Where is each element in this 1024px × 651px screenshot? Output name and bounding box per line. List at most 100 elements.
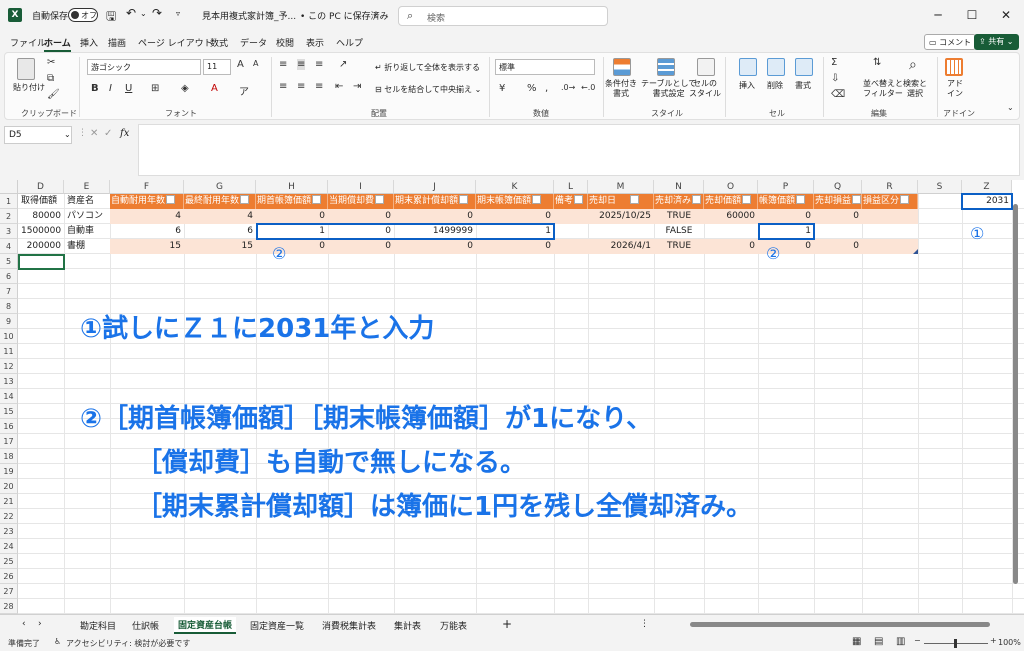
column-header-i[interactable]: I xyxy=(328,180,394,194)
currency-icon[interactable]: ¥ xyxy=(499,83,505,94)
cancel-icon[interactable]: ✕ xyxy=(90,128,98,139)
tab-scroll-left-icon[interactable]: ‹ xyxy=(22,619,26,629)
menu-review[interactable]: 校閲 xyxy=(276,36,294,49)
cell-d2[interactable]: 80000 xyxy=(18,209,64,224)
find-select-icon[interactable]: ⌕ xyxy=(909,57,917,73)
format-painter-icon[interactable]: 🖌 xyxy=(47,89,60,100)
save-location-chevron-icon[interactable]: ⌄ xyxy=(372,9,379,18)
cell-q4[interactable]: 0 xyxy=(814,239,862,254)
minimize-button[interactable]: ─ xyxy=(924,4,952,26)
enter-icon[interactable]: ✓ xyxy=(104,128,112,139)
menu-help[interactable]: ヘルプ xyxy=(336,36,363,49)
table-header-closing-book[interactable]: 期末帳簿価額 xyxy=(476,194,554,209)
row-header[interactable]: 11 xyxy=(0,344,18,359)
format-cells-button[interactable]: 書式 xyxy=(795,81,811,91)
table-header-gain-type[interactable]: 損益区分 xyxy=(862,194,918,209)
row-header[interactable]: 16 xyxy=(0,419,18,434)
cell-d1[interactable]: 取得価額 xyxy=(18,194,64,209)
table-header-book-value[interactable]: 帳簿価額 xyxy=(758,194,814,209)
row-header[interactable]: 25 xyxy=(0,554,18,569)
customize-toolbar-icon[interactable]: ▿ xyxy=(176,9,180,18)
cell-k2[interactable]: 0 xyxy=(476,209,554,224)
insert-function-icon[interactable]: fx xyxy=(120,128,129,139)
row-header[interactable]: 13 xyxy=(0,374,18,389)
sheet-tab-journal[interactable]: 仕訳帳 xyxy=(132,619,159,632)
zoom-in-icon[interactable]: + xyxy=(990,636,997,645)
name-box[interactable]: D5 xyxy=(4,126,72,144)
undo-dropdown-icon[interactable]: ⌄ xyxy=(140,9,147,18)
normal-view-icon[interactable]: ▦ xyxy=(852,636,861,647)
row-header[interactable]: 8 xyxy=(0,299,18,314)
autosave-toggle[interactable]: オフ xyxy=(68,8,98,22)
menu-insert[interactable]: 挿入 xyxy=(80,36,98,49)
fill-color-icon[interactable]: ◈ xyxy=(181,83,189,94)
accessibility-status[interactable]: アクセシビリティ: 検討が必要です xyxy=(66,638,190,649)
table-header-remarks[interactable]: 備考 xyxy=(554,194,588,209)
column-header-d[interactable]: D xyxy=(18,180,64,194)
cell-f2[interactable]: 4 xyxy=(110,209,184,224)
formula-input[interactable] xyxy=(138,124,1020,176)
zoom-level[interactable]: 100% xyxy=(998,638,1021,647)
cell-n3[interactable]: FALSE xyxy=(654,224,704,239)
row-header[interactable]: 10 xyxy=(0,329,18,344)
column-header-l[interactable]: L xyxy=(554,180,588,194)
autosum-icon[interactable]: Σ xyxy=(831,57,837,68)
table-header-sold[interactable]: 売却済み xyxy=(654,194,704,209)
column-header-m[interactable]: M xyxy=(588,180,654,194)
cell-o2[interactable]: 60000 xyxy=(704,209,758,224)
redo-icon[interactable]: ↷ xyxy=(152,6,162,20)
addin-button[interactable]: アド イン xyxy=(947,79,963,98)
cell-j2[interactable]: 0 xyxy=(394,209,476,224)
cell-e4[interactable]: 書棚 xyxy=(64,239,110,254)
align-middle-icon[interactable]: ≡ xyxy=(297,59,306,70)
find-select-button[interactable]: 検索と 選択 xyxy=(903,79,927,98)
table-resize-handle-icon[interactable] xyxy=(913,249,918,254)
row-header[interactable]: 20 xyxy=(0,479,18,494)
row-header[interactable]: 24 xyxy=(0,539,18,554)
cell-e2[interactable]: パソコン xyxy=(64,209,110,224)
column-header-s[interactable]: S xyxy=(918,180,962,194)
filter-dropdown-icon[interactable] xyxy=(459,195,469,204)
select-all-corner[interactable] xyxy=(0,180,18,194)
comment-button[interactable]: ▭ コメント xyxy=(924,34,977,50)
table-header-depreciation[interactable]: 当期償却費 xyxy=(328,194,394,209)
font-grow-icon[interactable]: A xyxy=(237,59,244,70)
bold-icon[interactable]: B xyxy=(91,83,99,94)
worksheet-grid[interactable]: D E F G H I J K L M N O P Q R S Z 取得価額 資… xyxy=(0,180,1024,614)
cell-m2[interactable]: 2025/10/25 xyxy=(588,209,654,224)
wrap-text-button[interactable]: ↵ 折り返して全体を表示する xyxy=(375,63,480,73)
cell-n4[interactable]: TRUE xyxy=(654,239,704,254)
align-center-icon[interactable]: ≡ xyxy=(297,81,305,92)
row-header[interactable]: 4 xyxy=(0,239,18,254)
cell-e3[interactable]: 自動車 xyxy=(64,224,110,239)
zoom-slider-thumb[interactable] xyxy=(954,639,957,648)
filter-dropdown-icon[interactable] xyxy=(375,195,385,204)
filter-dropdown-icon[interactable] xyxy=(240,195,250,204)
cell-q2[interactable]: 0 xyxy=(814,209,862,224)
row-header[interactable]: 6 xyxy=(0,269,18,284)
row-header[interactable]: 1 xyxy=(0,194,18,209)
border-icon[interactable]: ⊞ xyxy=(151,83,159,94)
increase-decimal-icon[interactable]: .0→ xyxy=(561,83,575,92)
ribbon-collapse-icon[interactable]: ⌄ xyxy=(1007,103,1014,112)
cell-styles-button[interactable]: セルの スタイル xyxy=(689,79,721,98)
filter-dropdown-icon[interactable] xyxy=(532,195,542,204)
sort-filter-icon[interactable]: ⇅ xyxy=(873,57,881,68)
cell-p2[interactable]: 0 xyxy=(758,209,814,224)
maximize-button[interactable]: ☐ xyxy=(958,4,986,26)
page-layout-view-icon[interactable]: ▤ xyxy=(874,636,883,647)
table-header-final-life[interactable]: 最終耐用年数 xyxy=(184,194,256,209)
decrease-indent-icon[interactable]: ⇤ xyxy=(335,81,343,92)
share-button[interactable]: ⇪ 共有 ⌄ xyxy=(974,34,1019,50)
row-header[interactable]: 26 xyxy=(0,569,18,584)
cell-d4[interactable]: 200000 xyxy=(18,239,64,254)
column-header-h[interactable]: H xyxy=(256,180,328,194)
table-header-auto-life[interactable]: 自動耐用年数 xyxy=(110,194,184,209)
column-header-p[interactable]: P xyxy=(758,180,814,194)
cell-f3[interactable]: 6 xyxy=(110,224,184,239)
sheet-tab-asset-list[interactable]: 固定資産一覧 xyxy=(250,619,304,632)
table-header-sale-date[interactable]: 売却日 xyxy=(588,194,654,209)
vertical-scroll-thumb[interactable] xyxy=(1013,204,1018,584)
copy-icon[interactable]: ⧉ xyxy=(47,73,54,84)
cell-f4[interactable]: 15 xyxy=(110,239,184,254)
